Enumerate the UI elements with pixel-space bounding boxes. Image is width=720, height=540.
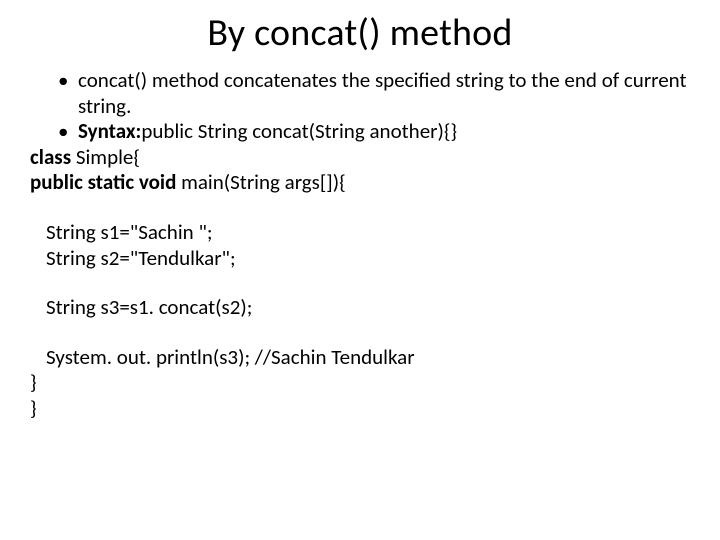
slide-title: By concat() method [30,10,690,56]
code-line: } [30,370,690,396]
slide: By concat() method concat() method conca… [0,0,720,540]
bullet-item: Syntax:public String concat(String anoth… [58,119,690,145]
bullet-text: concat() method concatenates the specifi… [78,67,687,119]
code-line: String s3=s1. concat(s2); [46,295,690,321]
bullet-item: concat() method concatenates the specifi… [58,68,690,119]
code-text: Simple{ [76,144,140,170]
code-line: String s2="Tendulkar"; [46,246,690,272]
blank-line [30,196,690,220]
blank-line [30,321,690,345]
code-line: public static void main(String args[]){ [30,170,690,196]
slide-body: concat() method concatenates the specifi… [30,68,690,422]
bullet-text: public String concat(String another){} [141,118,457,144]
code-line: System. out. println(s3); //Sachin Tendu… [46,345,690,371]
code-text: main(String args[]){ [181,169,346,195]
keyword: public static void [30,169,181,195]
code-line: String s1="Sachin "; [46,220,690,246]
code-line: } [30,396,690,422]
bullet-bold: Syntax: [78,118,141,144]
code-line: class Simple{ [30,145,690,171]
blank-line [30,271,690,295]
bullet-list: concat() method concatenates the specifi… [58,68,690,145]
keyword: class [30,144,76,170]
